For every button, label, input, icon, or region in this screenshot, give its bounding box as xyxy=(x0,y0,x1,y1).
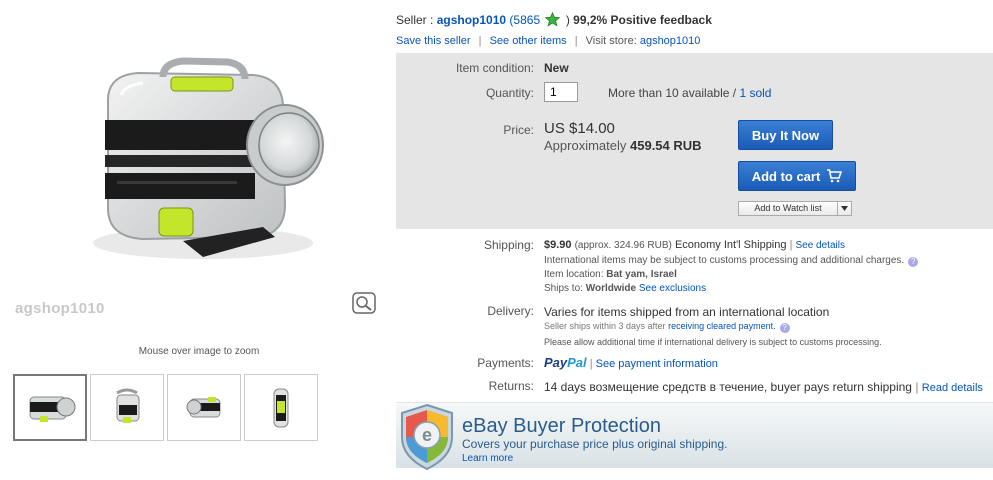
shipping-summary: $9.90 (approx. 324.96 RUB) Economy Int'l… xyxy=(544,239,845,251)
thumbnail-4[interactable] xyxy=(244,374,318,441)
buy-box: Item condition: New Quantity: More than … xyxy=(396,53,993,229)
availability-info: More than 10 available / 1 sold xyxy=(608,86,771,100)
buyer-protection-banner: e eBay Buyer Protection Covers your purc… xyxy=(396,402,993,471)
cart-icon xyxy=(827,169,843,183)
location-value: Bat yam, Israel xyxy=(606,269,677,280)
separator: | xyxy=(574,35,578,47)
seller-links: Save this seller | See other items | Vis… xyxy=(396,35,700,47)
learn-more-link[interactable]: Learn more xyxy=(462,453,513,464)
add-to-cart-button[interactable]: Add to cart xyxy=(738,161,856,191)
payments-value: PayPal | See payment information xyxy=(544,355,718,370)
ebay-shield-icon: e xyxy=(401,403,453,471)
protection-subtitle: Covers your purchase price plus original… xyxy=(462,437,728,451)
thumbnail-1[interactable] xyxy=(13,374,87,441)
save-seller-link[interactable]: Save this seller xyxy=(396,35,471,47)
image-watermark: agshop1010 xyxy=(15,300,105,317)
availability-text: More than 10 available / xyxy=(608,86,737,100)
shipping-service: Economy Int'l Shipping xyxy=(674,239,787,251)
returns-label: Returns: xyxy=(488,379,534,393)
cleared-payment-link[interactable]: receiving cleared payment. xyxy=(668,321,776,331)
separator: | xyxy=(478,35,482,47)
feedback-score-close: ) xyxy=(565,13,570,27)
item-location: Item location: Bat yam, Israel xyxy=(544,269,677,280)
watch-list-dropdown[interactable] xyxy=(837,202,851,215)
separator: | xyxy=(589,358,593,370)
watch-list-label: Add to Watch list xyxy=(754,203,822,213)
returns-value: 14 days возмещение средств в течение, bu… xyxy=(544,380,983,394)
customs-note: International items may be subject to cu… xyxy=(544,255,919,267)
thumbnail-3[interactable] xyxy=(167,374,241,441)
delivery-label: Delivery: xyxy=(487,304,534,318)
price-label: Price: xyxy=(503,123,534,137)
info-icon[interactable]: ? xyxy=(908,257,919,267)
shipping-label: Shipping: xyxy=(483,238,534,252)
green-star-icon xyxy=(545,12,561,27)
buy-it-now-button[interactable]: Buy It Now xyxy=(738,120,833,150)
delivery-value: Varies for items shipped from an interna… xyxy=(544,305,830,319)
returns-details-link[interactable]: Read details xyxy=(922,382,983,394)
quantity-input[interactable] xyxy=(544,82,578,102)
zoom-badge-icon xyxy=(352,292,376,314)
allow-time-note: Please allow additional time if internat… xyxy=(544,337,882,347)
protection-title: eBay Buyer Protection xyxy=(462,415,661,437)
thumbnail-strip xyxy=(13,374,321,441)
ships-to-label: Ships to: xyxy=(544,283,583,294)
approx-price: Approximately 459.54 RUB xyxy=(544,138,702,153)
camera-housing-image xyxy=(93,57,324,259)
location-label: Item location: xyxy=(544,269,604,280)
separator: | xyxy=(789,239,793,251)
positive-feedback: 99,2% Positive feedback xyxy=(573,13,712,27)
ships-to-value: Worldwide xyxy=(585,283,637,294)
condition-label: Item condition: xyxy=(455,61,534,75)
payments-label: Payments: xyxy=(477,356,534,370)
chevron-down-icon xyxy=(841,206,848,211)
see-exclusions-link[interactable]: See exclusions xyxy=(639,283,706,294)
price-value: US $14.00 xyxy=(544,120,615,137)
thumbnail-image xyxy=(29,396,76,422)
seller-name-link[interactable]: agshop1010 xyxy=(437,13,506,27)
ships-within: Seller ships within 3 days after receivi… xyxy=(544,321,790,333)
svg-text:e: e xyxy=(422,425,432,445)
thumbnail-image xyxy=(186,396,221,417)
ships-to: Ships to: Worldwide See exclusions xyxy=(544,283,706,294)
sold-count-link[interactable]: 1 sold xyxy=(739,86,771,100)
paypal-logo: PayPal xyxy=(544,355,587,370)
approx-label: Approximately xyxy=(544,138,627,153)
add-to-cart-label: Add to cart xyxy=(751,168,821,184)
see-other-items-link[interactable]: See other items xyxy=(490,35,567,47)
feedback-score-link[interactable]: (5865 xyxy=(509,13,540,27)
add-to-watch-list-button[interactable]: Add to Watch list xyxy=(738,201,852,216)
shipping-approx: (approx. 324.96 RUB) xyxy=(574,240,672,251)
thumbnail-image xyxy=(116,388,140,423)
seller-label: Seller : xyxy=(396,13,434,27)
seller-info: Seller : agshop1010 (5865 ) 99,2% Positi… xyxy=(396,12,712,27)
shipping-cost: $9.90 xyxy=(544,239,572,251)
zoom-hint: Mouse over image to zoom xyxy=(138,346,260,357)
product-main-image[interactable]: agshop1010 xyxy=(13,5,383,319)
visit-store-label: Visit store: xyxy=(585,35,637,47)
condition-value: New xyxy=(544,61,569,75)
payment-info-link[interactable]: See payment information xyxy=(596,358,718,370)
shipping-details-link[interactable]: See details xyxy=(795,240,844,251)
thumbnail-2[interactable] xyxy=(90,374,164,441)
quantity-label: Quantity: xyxy=(485,86,534,100)
thumbnail-image xyxy=(273,388,289,427)
approx-value: 459.54 RUB xyxy=(630,138,702,153)
info-icon[interactable]: ? xyxy=(779,323,790,333)
store-link[interactable]: agshop1010 xyxy=(640,35,701,47)
